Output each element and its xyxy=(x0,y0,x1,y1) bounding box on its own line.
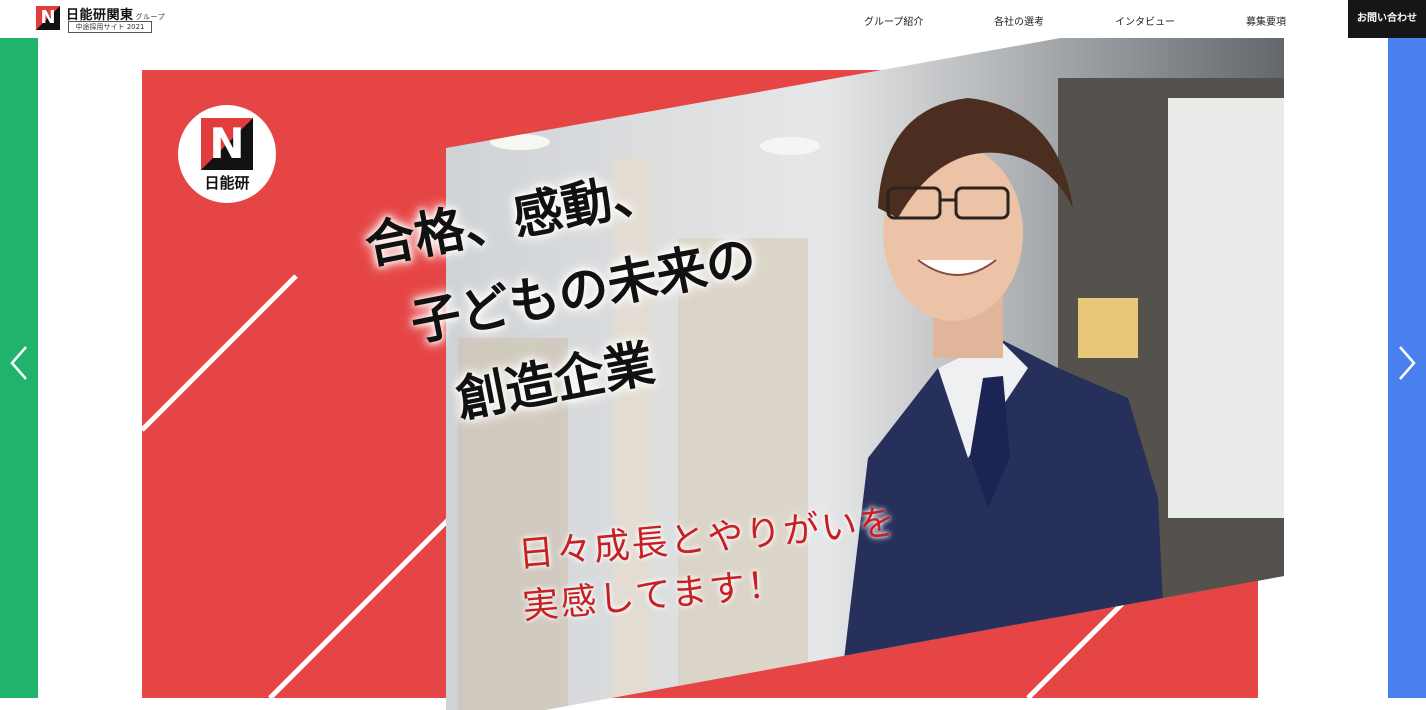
nav-item-selection[interactable]: 各社の選考 xyxy=(994,13,1044,28)
chevron-left-icon[interactable] xyxy=(9,345,29,381)
nav-item-interview[interactable]: インタビュー xyxy=(1115,13,1175,28)
nichinoken-mark-icon: N xyxy=(201,118,253,170)
badge-label: 日能研 xyxy=(204,174,250,192)
nav-item-requirements[interactable]: 募集要項 xyxy=(1246,13,1286,28)
nichinoken-badge: N 日能研 xyxy=(178,105,276,203)
logo-subtitle: 中途採用サイト 2021 xyxy=(68,21,152,33)
logo-suffix: グループ xyxy=(135,13,166,21)
hero-slide: N 日能研 合格、感動、 子どもの未来の 創造企業 日々成長とやりがいを 実感し… xyxy=(38,38,1388,710)
chevron-right-icon[interactable] xyxy=(1397,345,1417,381)
nav-item-group-intro[interactable]: グループ紹介 xyxy=(864,13,923,28)
contact-button[interactable]: お問い合わせ xyxy=(1348,0,1426,38)
logo-mark-icon: N xyxy=(36,6,60,30)
site-header: N 日能研関東 グループ 中途採用サイト 2021 グループ紹介 各社の選考 イン… xyxy=(0,0,1426,38)
